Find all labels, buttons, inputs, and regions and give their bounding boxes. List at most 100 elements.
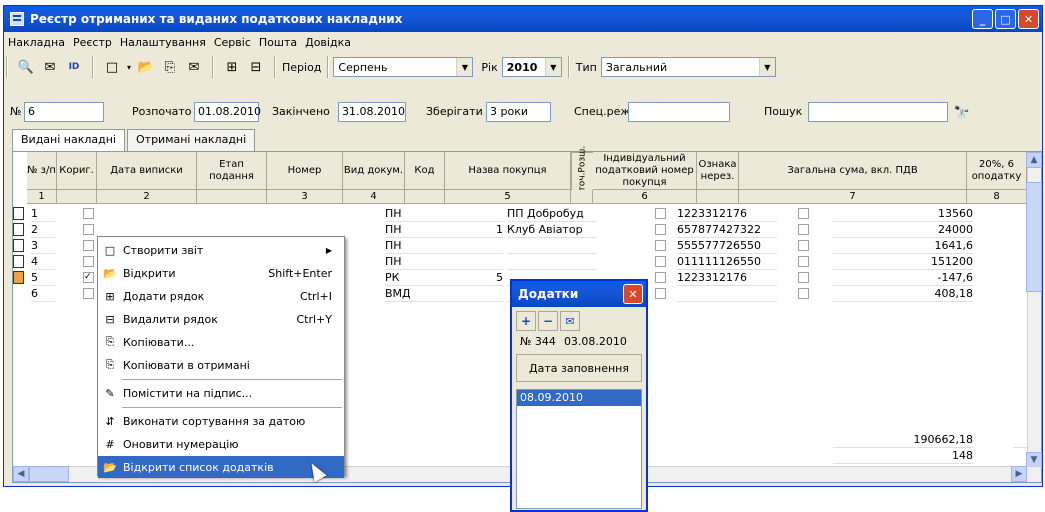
tax-number-cell[interactable] xyxy=(677,286,777,302)
correction-checkbox[interactable] xyxy=(83,224,94,235)
menu-settings[interactable]: Налаштування xyxy=(120,36,206,49)
context-menu-item[interactable]: ⎘ Копіювати... xyxy=(98,331,344,353)
row-number[interactable]: 5 xyxy=(31,270,55,286)
total-sum-cell[interactable]: 151200 xyxy=(833,254,973,270)
dropdown-icon[interactable]: ▾ xyxy=(124,56,134,78)
doc-type-cell[interactable]: ПН xyxy=(385,206,445,222)
menu-service[interactable]: Сервіс xyxy=(214,36,251,49)
row-number[interactable]: 2 xyxy=(31,222,55,238)
nonresident-checkbox[interactable] xyxy=(798,224,809,235)
delete-row-icon[interactable]: ⊟ xyxy=(244,56,268,78)
scroll-right-icon[interactable]: ▶ xyxy=(1011,466,1027,482)
send-icon[interactable]: ✉ xyxy=(38,56,62,78)
dialog-list-item[interactable]: 08.09.2010 xyxy=(517,390,641,406)
tax-number-cell[interactable]: 011111126550 xyxy=(677,254,777,270)
tax-number-cell[interactable]: 555577726550 xyxy=(677,238,777,254)
nonresident-checkbox[interactable] xyxy=(798,256,809,267)
code-cell[interactable]: 5 xyxy=(445,270,503,286)
dialog-title-bar[interactable]: Додатки ✕ xyxy=(512,281,646,307)
column-header[interactable]: Вид докум. xyxy=(343,152,405,190)
nonresident-checkbox[interactable] xyxy=(798,272,809,283)
scroll-h-thumb[interactable] xyxy=(29,466,69,482)
row-number[interactable]: 4 xyxy=(31,254,55,270)
buyer-name-cell[interactable] xyxy=(507,254,597,270)
doc-type-cell[interactable]: ПН xyxy=(385,254,445,270)
code-cell[interactable]: 1 xyxy=(445,222,503,238)
doc-type-cell[interactable]: ПН xyxy=(385,222,445,238)
total-sum-cell[interactable]: 24000 xyxy=(833,222,973,238)
buyer-name-cell[interactable] xyxy=(507,238,597,254)
minimize-button[interactable]: _ xyxy=(972,9,993,29)
refinement-checkbox[interactable] xyxy=(655,288,666,299)
column-header[interactable]: Загальна сума, вкл. ПДВ xyxy=(739,152,967,190)
correction-checkbox[interactable] xyxy=(83,240,94,251)
special-regime-field[interactable] xyxy=(628,102,730,122)
nonresident-checkbox[interactable] xyxy=(798,240,809,251)
end-date-field[interactable]: 31.08.2010 xyxy=(338,102,406,122)
copy-icon[interactable]: ⎘ xyxy=(158,56,182,78)
maximize-button[interactable]: □ xyxy=(995,9,1016,29)
search-input[interactable] xyxy=(808,102,948,122)
mail-icon[interactable]: ✉ xyxy=(560,311,580,331)
correction-checkbox[interactable]: ✓ xyxy=(83,272,94,283)
tab-issued[interactable]: Видані накладні xyxy=(12,129,125,151)
refinement-checkbox[interactable] xyxy=(655,208,666,219)
refinement-checkbox[interactable] xyxy=(655,224,666,235)
number-field[interactable]: 6 xyxy=(24,102,104,122)
column-header[interactable]: Назва покупця xyxy=(445,152,571,190)
refinement-checkbox[interactable] xyxy=(655,272,666,283)
vertical-scrollbar[interactable]: ▲ ▼ xyxy=(1026,152,1042,468)
buyer-name-cell[interactable]: ПП Добробуд xyxy=(507,206,597,222)
row-number[interactable]: 6 xyxy=(31,286,55,302)
title-bar[interactable]: Реєстр отриманих та виданих податкових н… xyxy=(4,6,1042,32)
period-select[interactable]: Серпень ▼ xyxy=(333,57,474,77)
binoculars-icon[interactable]: 🔭 xyxy=(950,102,974,124)
total-sum-cell[interactable]: 13560 xyxy=(833,206,973,222)
dialog-close-button[interactable]: ✕ xyxy=(623,284,643,304)
doc-type-cell[interactable]: ВМД xyxy=(385,286,445,302)
doc-type-cell[interactable]: ПН xyxy=(385,238,445,254)
tax-number-cell[interactable]: 1223312176 xyxy=(677,206,777,222)
scroll-up-icon[interactable]: ▲ xyxy=(1026,152,1042,168)
tax-number-cell[interactable]: 1223312176 xyxy=(677,270,777,286)
close-button[interactable]: ✕ xyxy=(1018,9,1039,29)
plus-icon[interactable]: + xyxy=(516,311,536,331)
column-header[interactable]: Етап подання xyxy=(197,152,267,190)
code-cell[interactable] xyxy=(445,254,503,270)
minus-icon[interactable]: − xyxy=(538,311,558,331)
refinement-checkbox[interactable] xyxy=(655,240,666,251)
column-header[interactable]: Уточ.Розш. xyxy=(571,146,593,197)
column-header[interactable]: № з/п xyxy=(27,152,57,190)
preview-icon[interactable]: 🔍 xyxy=(14,56,38,78)
dialog-column-header[interactable]: Дата заповнення xyxy=(516,354,642,382)
context-menu-item[interactable]: # Оновити нумерацію xyxy=(98,433,344,455)
menu-nakladna[interactable]: Накладна xyxy=(8,36,65,49)
code-cell[interactable] xyxy=(445,206,503,222)
column-header[interactable]: Ознака нерез. xyxy=(697,152,739,190)
row-number[interactable]: 1 xyxy=(31,206,55,222)
column-header[interactable]: Код xyxy=(405,152,445,190)
add-row-icon[interactable]: ⊞ xyxy=(220,56,244,78)
scroll-left-icon[interactable]: ◀ xyxy=(13,466,29,482)
refinement-checkbox[interactable] xyxy=(655,256,666,267)
code-cell[interactable] xyxy=(445,286,503,302)
code-cell[interactable] xyxy=(445,238,503,254)
context-menu-item[interactable]: ⇵ Виконати сортування за датою xyxy=(98,410,344,432)
mail-icon[interactable]: ✉ xyxy=(182,56,206,78)
type-select[interactable]: Загальний ▼ xyxy=(600,57,776,77)
context-menu-item[interactable]: ⊟ Видалити рядок Ctrl+Y xyxy=(98,308,344,330)
column-header[interactable]: Кориг. xyxy=(57,152,97,190)
column-header[interactable]: Дата виписки xyxy=(97,152,197,190)
tab-received[interactable]: Отримані накладні xyxy=(127,129,256,151)
correction-checkbox[interactable] xyxy=(83,208,94,219)
start-date-field[interactable]: 01.08.2010 xyxy=(194,102,261,122)
menu-reestr[interactable]: Реєстр xyxy=(73,36,112,49)
id-icon[interactable]: ID xyxy=(62,56,86,78)
column-header[interactable]: Індивідуальний податковий номер покупця xyxy=(593,152,697,190)
tax-number-cell[interactable]: 657877427322 xyxy=(677,222,777,238)
nonresident-checkbox[interactable] xyxy=(798,288,809,299)
year-select[interactable]: 2010 ▼ xyxy=(501,57,562,77)
total-sum-cell[interactable]: -147,6 xyxy=(833,270,973,286)
context-menu-item[interactable]: □ Створити звіт ▶ xyxy=(98,239,344,261)
menu-mail[interactable]: Пошта xyxy=(259,36,297,49)
